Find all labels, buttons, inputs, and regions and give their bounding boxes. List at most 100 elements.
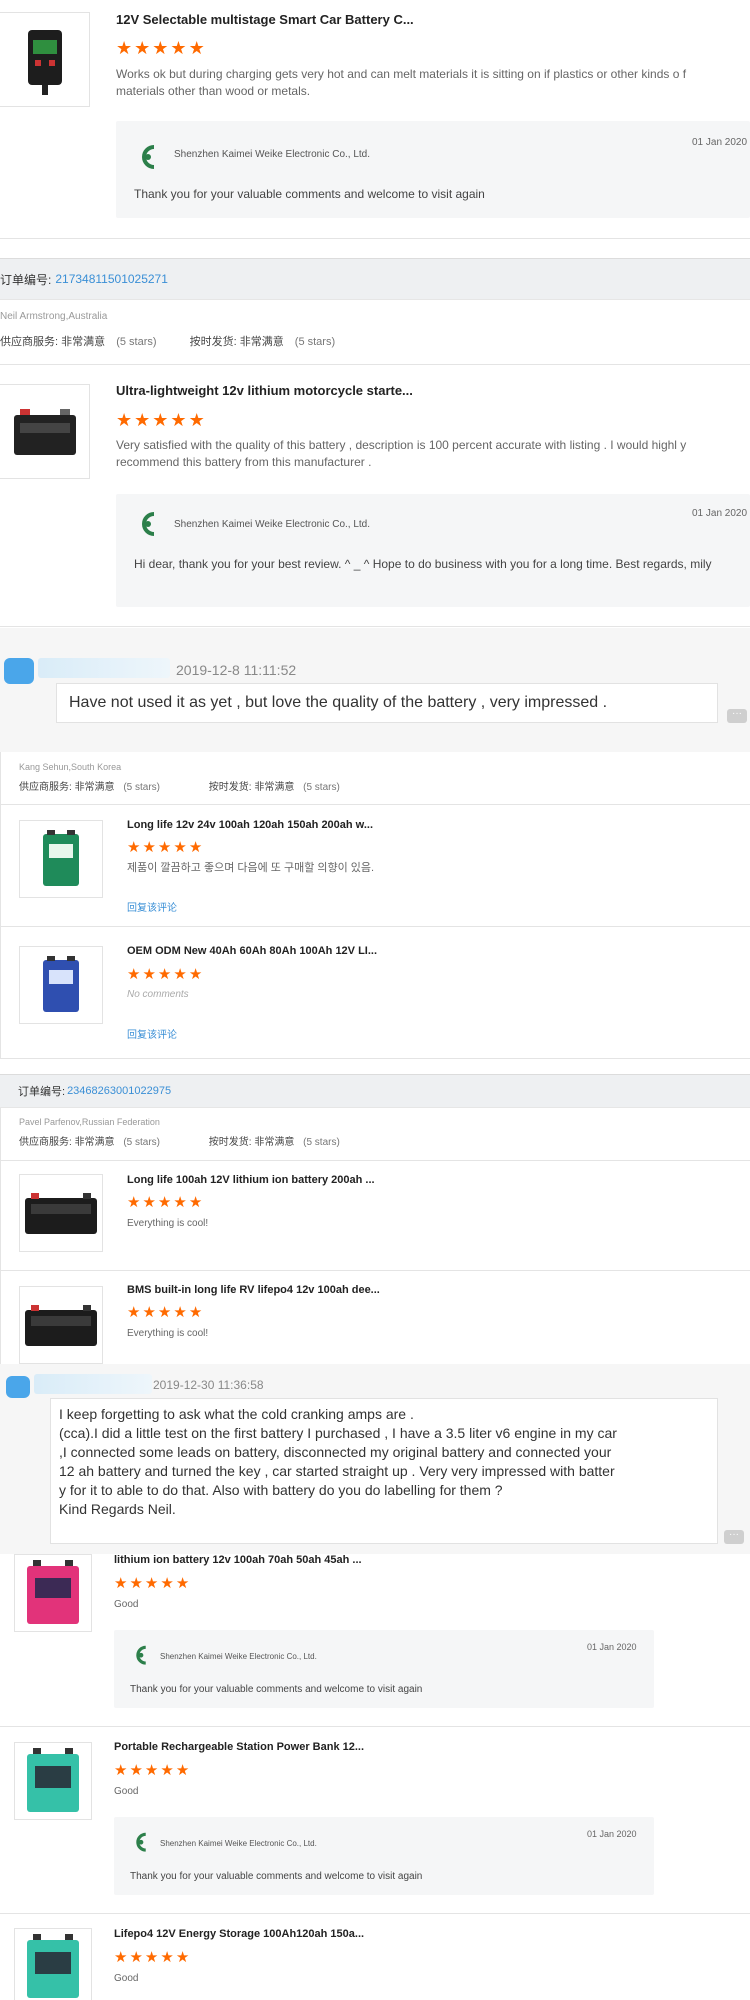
product-title[interactable]: BMS built-in long life RV lifepo4 12v 10… bbox=[127, 1284, 427, 1296]
product-thumbnail[interactable] bbox=[19, 820, 103, 898]
order-block: Pavel Parfenov,Russian Federation 供应商服务:… bbox=[0, 1108, 750, 1364]
chat-time: 2019-12-8 11:11:52 bbox=[176, 662, 297, 678]
divider bbox=[1, 1270, 750, 1271]
company-logo bbox=[130, 1831, 152, 1855]
reply-company: Shenzhen Kaimei Weike Electronic Co., Lt… bbox=[174, 519, 371, 530]
review-comment: 제품이 깔끔하고 좋으며 다음에 또 구매할 의향이 있음. bbox=[127, 862, 375, 874]
star-icon: ★ bbox=[157, 1304, 172, 1321]
buyer-info: Pavel Parfenov,Russian Federation bbox=[19, 1117, 160, 1127]
rating-stars: ★ ★ ★ ★ ★ bbox=[114, 1576, 191, 1591]
company-logo bbox=[134, 510, 162, 540]
star-icon: ★ bbox=[170, 38, 187, 58]
star-icon: ★ bbox=[173, 1194, 187, 1211]
order-label: 订单编号: bbox=[18, 1086, 66, 1098]
product-thumbnail[interactable] bbox=[0, 12, 90, 107]
review-comment: Works ok but during charging gets very h… bbox=[116, 67, 687, 99]
chat-bubble: I keep forgetting to ask what the cold c… bbox=[50, 1398, 718, 1544]
reply-text: Thank you for your valuable comments and… bbox=[134, 187, 485, 201]
star-icon: ★ bbox=[157, 966, 172, 983]
star-icon: ★ bbox=[114, 1575, 128, 1592]
order-number[interactable]: 21734811501025271 bbox=[55, 272, 168, 286]
star-icon: ★ bbox=[175, 1575, 190, 1592]
seller-reply: Shenzhen Kaimei Weike Electronic Co., Lt… bbox=[116, 494, 750, 607]
star-icon: ★ bbox=[173, 966, 187, 983]
user-avatar[interactable] bbox=[4, 658, 34, 684]
no-comments: No comments bbox=[127, 989, 189, 1000]
star-icon: ★ bbox=[173, 1304, 187, 1321]
chat-line: y for it to able to do that. Also with b… bbox=[59, 1482, 503, 1498]
star-icon: ★ bbox=[188, 38, 205, 58]
chat-message: 2019-12-30 11:36:58 I keep forgetting to… bbox=[0, 1364, 750, 1554]
reply-company: Shenzhen Kaimei Weike Electronic Co., Lt… bbox=[160, 1652, 317, 1661]
review-comment: Very satisfied with the quality of this … bbox=[116, 438, 687, 470]
chat-line: I keep forgetting to ask what the cold c… bbox=[59, 1406, 414, 1422]
battery-image bbox=[13, 408, 76, 455]
product-thumbnail[interactable] bbox=[19, 1174, 103, 1252]
rating-stars: ★ ★ ★ ★ ★ bbox=[127, 840, 204, 855]
ship-stars: (5 stars) bbox=[294, 336, 336, 348]
more-icon[interactable]: ··· bbox=[724, 1530, 744, 1544]
battery-image bbox=[43, 830, 79, 886]
star-icon: ★ bbox=[175, 1762, 190, 1779]
ship-value: 非常满意 bbox=[254, 782, 295, 793]
chat-message: 2019-12-8 11:11:52 Have not used it as y… bbox=[0, 628, 750, 752]
product-title[interactable]: Ultra-lightweight 12v lithium motorcycle… bbox=[116, 383, 456, 398]
product-thumbnail[interactable] bbox=[14, 1742, 92, 1820]
product-thumbnail[interactable] bbox=[0, 384, 90, 479]
star-icon: ★ bbox=[129, 1762, 143, 1779]
review-comment: Good bbox=[114, 1786, 139, 1797]
star-icon: ★ bbox=[144, 1575, 159, 1592]
product-title[interactable]: Portable Rechargeable Station Power Bank… bbox=[114, 1741, 414, 1753]
product-title[interactable]: OEM ODM New 40Ah 60Ah 80Ah 100Ah 12V LI.… bbox=[127, 945, 427, 957]
star-icon: ★ bbox=[127, 1304, 141, 1321]
reply-link[interactable]: 回复该评论 bbox=[127, 1026, 177, 1041]
reply-company: Shenzhen Kaimei Weike Electronic Co., Lt… bbox=[160, 1839, 317, 1848]
star-icon: ★ bbox=[188, 1304, 203, 1321]
product-title[interactable]: lithium ion battery 12v 100ah 70ah 50ah … bbox=[114, 1554, 414, 1566]
product-thumbnail[interactable] bbox=[19, 946, 103, 1024]
rating-stars: ★ ★ ★ ★ ★ bbox=[116, 411, 207, 429]
rating-stars: ★ ★ ★ ★ ★ bbox=[114, 1763, 191, 1778]
chat-line: Kind Regards Neil. bbox=[59, 1501, 176, 1517]
rating-stars: ★ ★ ★ ★ ★ bbox=[127, 967, 204, 982]
divider bbox=[1, 926, 750, 927]
star-icon: ★ bbox=[188, 839, 203, 856]
star-icon: ★ bbox=[144, 1762, 159, 1779]
chat-line: 12 ah battery and turned the key , car s… bbox=[59, 1463, 615, 1479]
product-title[interactable]: Lifepo4 12V Energy Storage 100Ah120ah 15… bbox=[114, 1928, 414, 1940]
reply-date: 01 Jan 2020 bbox=[587, 1829, 637, 1839]
product-title[interactable]: 12V Selectable multistage Smart Car Batt… bbox=[116, 12, 456, 27]
supplier-ratings: 供应商服务: 非常满意 (5 stars) 按时发货: 非常满意 (5 star… bbox=[19, 1133, 340, 1148]
order-header: 订单编号: 21734811501025271 bbox=[0, 258, 750, 300]
ship-value: 非常满意 bbox=[239, 336, 284, 348]
supplier-ratings: 供应商服务: 非常满意 (5 stars) 按时发货: 非常满意 (5 star… bbox=[19, 778, 340, 793]
order-block: Kang Sehun,South Korea 供应商服务: 非常满意 (5 st… bbox=[0, 752, 750, 1058]
chat-time: 2019-12-30 11:36:58 bbox=[153, 1378, 264, 1392]
rating-stars: ★ ★ ★ ★ ★ bbox=[114, 1950, 191, 1965]
order-header: 订单编号: 23468263001022975 bbox=[0, 1074, 750, 1108]
reply-company: Shenzhen Kaimei Weike Electronic Co., Lt… bbox=[174, 149, 371, 160]
more-icon[interactable]: ··· bbox=[727, 709, 747, 723]
product-thumbnail[interactable] bbox=[19, 1286, 103, 1364]
reply-date: 01 Jan 2020 bbox=[692, 508, 748, 519]
star-icon: ★ bbox=[160, 1575, 174, 1592]
reply-text: Thank you for your valuable comments and… bbox=[130, 1684, 423, 1695]
product-title[interactable]: Long life 100ah 12V lithium ion battery … bbox=[127, 1174, 427, 1186]
divider bbox=[0, 1913, 750, 1914]
buyer-info: Neil Armstrong,Australia bbox=[0, 311, 108, 322]
charger-image bbox=[27, 29, 62, 95]
user-avatar[interactable] bbox=[6, 1376, 30, 1398]
product-title[interactable]: Long life 12v 24v 100ah 120ah 150ah 200a… bbox=[127, 819, 427, 831]
review-comment: Good bbox=[114, 1973, 139, 1984]
product-thumbnail[interactable] bbox=[14, 1554, 92, 1632]
divider bbox=[1, 804, 750, 805]
order-number[interactable]: 23468263001022975 bbox=[67, 1085, 171, 1097]
ship-label: 按时发货: bbox=[189, 336, 237, 348]
reply-link[interactable]: 回复该评论 bbox=[127, 899, 177, 914]
chat-bubble: Have not used it as yet , but love the q… bbox=[56, 683, 718, 723]
product-thumbnail[interactable] bbox=[14, 1928, 92, 2000]
star-icon: ★ bbox=[173, 839, 187, 856]
ship-value: 非常满意 bbox=[254, 1137, 295, 1148]
buyer-info: Kang Sehun,South Korea bbox=[19, 762, 122, 772]
star-icon: ★ bbox=[129, 1949, 143, 1966]
